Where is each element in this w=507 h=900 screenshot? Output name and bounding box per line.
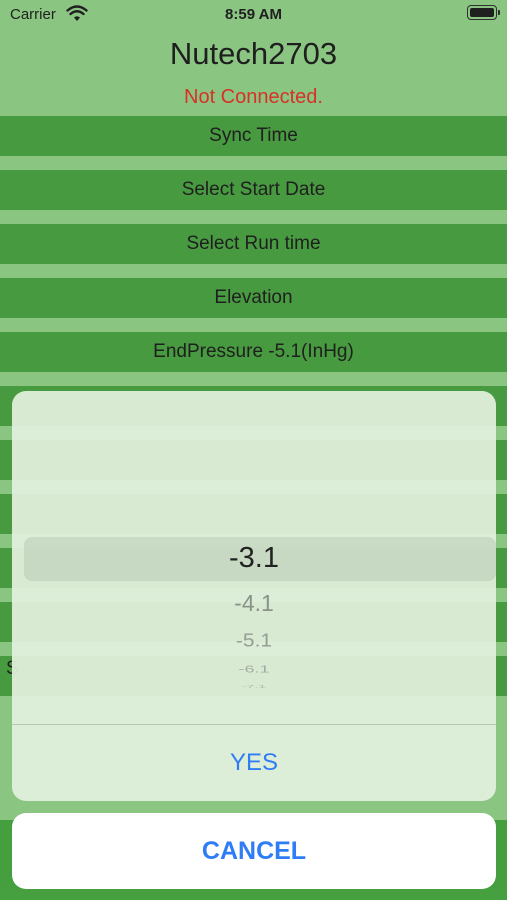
picker-option[interactable]: -6.1 xyxy=(12,664,496,676)
picker-option[interactable]: -7.1 xyxy=(12,683,496,689)
picker-option[interactable]: -4.1 xyxy=(12,590,496,617)
yes-button[interactable]: YES xyxy=(12,725,496,801)
picker-option-selected[interactable]: -3.1 xyxy=(12,542,496,575)
cancel-button[interactable]: CANCEL xyxy=(12,813,496,889)
action-sheet: -3.1 -4.1 -5.1 -6.1 -7.1 YES xyxy=(12,391,496,801)
pressure-picker[interactable]: -3.1 -4.1 -5.1 -6.1 -7.1 xyxy=(12,391,496,724)
picker-option[interactable]: -5.1 xyxy=(12,630,496,651)
